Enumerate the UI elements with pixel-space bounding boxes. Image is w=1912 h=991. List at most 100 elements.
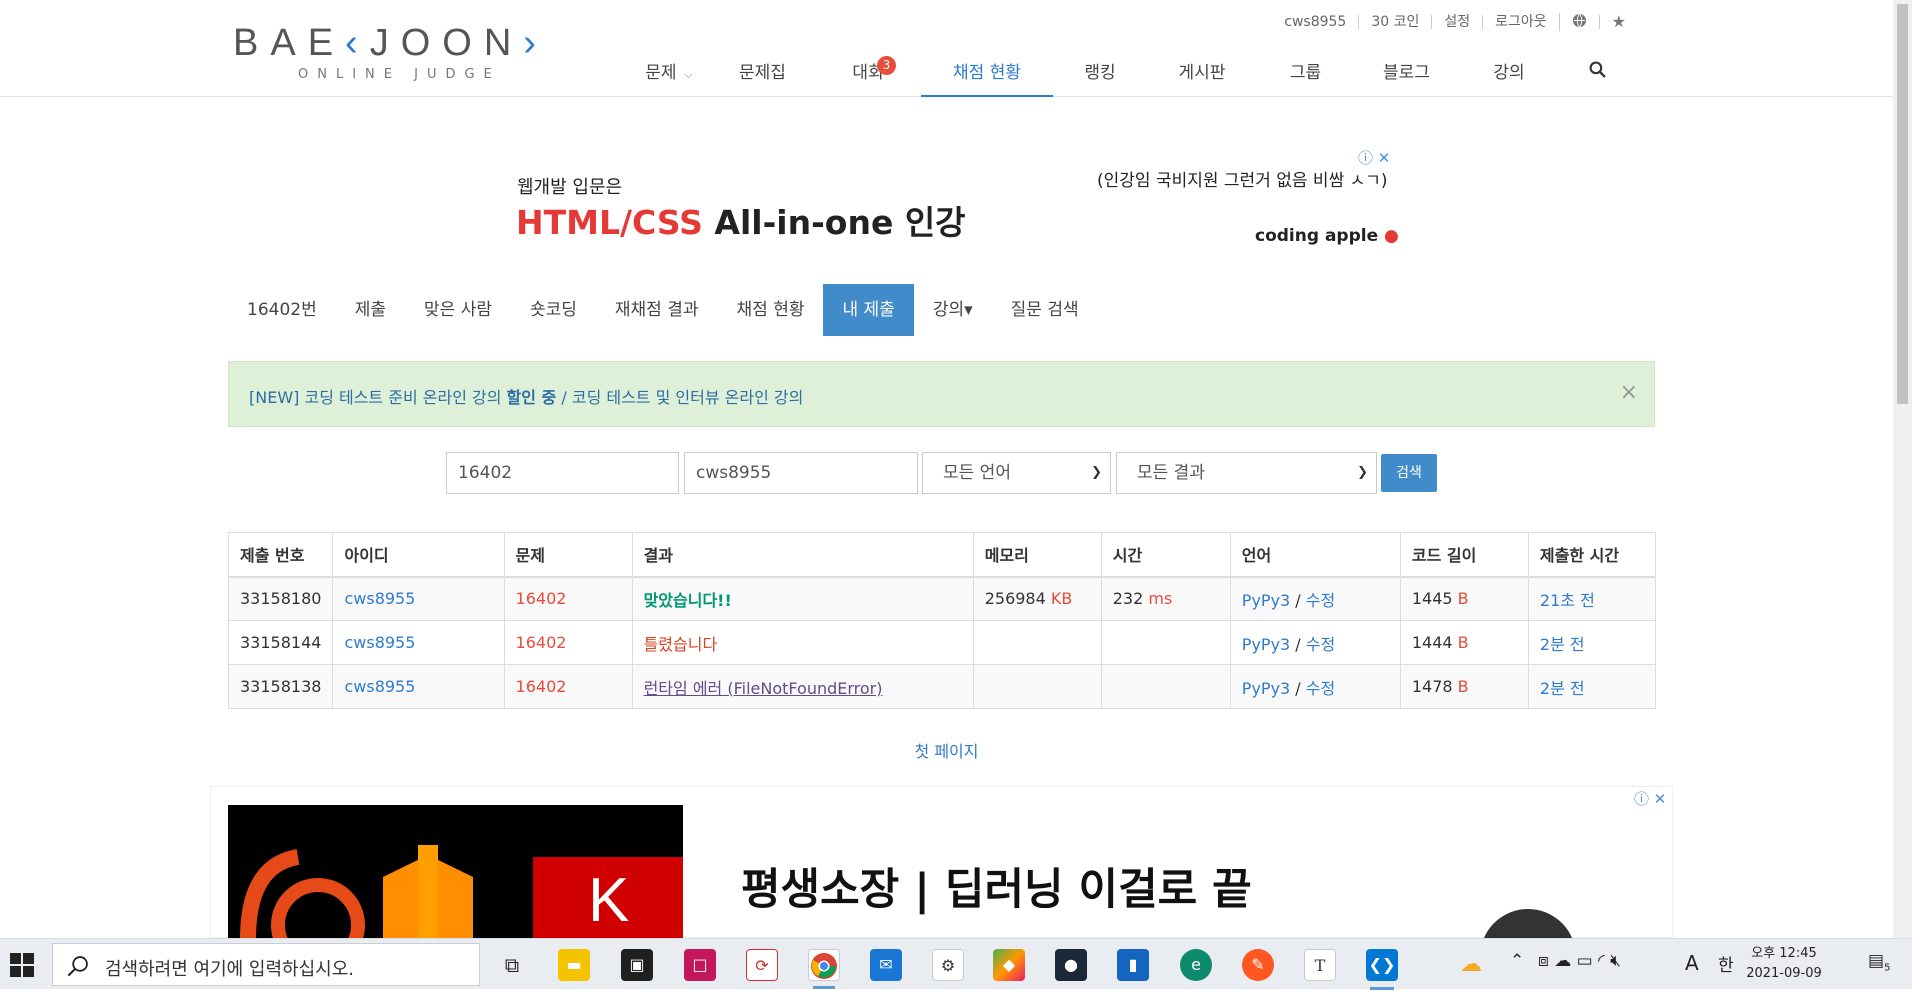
- file-explorer-icon[interactable]: ▬: [558, 949, 590, 981]
- submission-id: 33158144: [227, 620, 334, 665]
- vscode-icon[interactable]: ❮❯: [1366, 949, 1398, 990]
- nav-contest[interactable]: 대회 3: [815, 48, 921, 97]
- subnav-shortcoding[interactable]: 숏코딩: [511, 284, 596, 336]
- sync-icon[interactable]: ⟳: [746, 949, 778, 981]
- search-icon[interactable]: [1559, 48, 1635, 97]
- ad-info-close-icon[interactable]: ⓘ ✕: [1634, 788, 1666, 809]
- chrome-icon[interactable]: [808, 949, 840, 989]
- ad-bottom-headline: 평생소장 | 딥러닝 이걸로 끝: [741, 865, 1252, 915]
- submitted-time[interactable]: 2분 전: [1527, 664, 1657, 709]
- notification-icon[interactable]: ▤5: [1868, 951, 1890, 973]
- app-icon[interactable]: ✎: [1242, 949, 1274, 981]
- app-icon[interactable]: ◆: [993, 949, 1025, 981]
- submission-id: 33158180: [227, 576, 334, 621]
- nav-ranking[interactable]: 랭킹: [1053, 48, 1147, 97]
- notification-count: 5: [1884, 962, 1891, 974]
- nav-workbook[interactable]: 문제집: [710, 48, 815, 97]
- search-form: 16402 cws8955 모든 언어 ❯ 모든 결과 ❯ 검색: [0, 452, 1893, 494]
- typora-icon[interactable]: T: [1304, 949, 1336, 981]
- logo-subtitle: ONLINE JUDGE: [298, 67, 501, 82]
- promo-alert-text[interactable]: [NEW] 코딩 테스트 준비 온라인 강의 할인 중 / 코딩 테스트 및 인…: [249, 384, 803, 408]
- subnav-accepted[interactable]: 맞은 사람: [405, 284, 511, 336]
- col-header: 결과: [631, 532, 974, 578]
- mail-icon[interactable]: ✉: [870, 949, 902, 981]
- subnav-rejudge[interactable]: 재채점 결과: [596, 284, 718, 336]
- table-row: 33158180 cws8955 16402 맞았습니다!! 256984 KB…: [227, 576, 1657, 621]
- logout-link[interactable]: 로그아웃: [1482, 15, 1559, 29]
- problem-link[interactable]: 16402: [503, 620, 633, 665]
- submission-id: 33158138: [227, 664, 334, 709]
- edit-link[interactable]: 수정: [1306, 591, 1335, 610]
- problem-link[interactable]: 16402: [503, 664, 633, 709]
- nav-status[interactable]: 채점 현황: [921, 48, 1053, 97]
- windows-start-icon[interactable]: [10, 953, 34, 977]
- result-select[interactable]: 모든 결과 ❯: [1116, 452, 1377, 494]
- result-accepted: 맞았습니다!!: [631, 576, 974, 621]
- site-header: BAE‹JOON› ONLINE JUDGE cws8955 30 코인 설정 …: [0, 0, 1893, 97]
- weather-icon[interactable]: ☁: [1455, 949, 1487, 981]
- edit-link[interactable]: 수정: [1306, 679, 1335, 698]
- star-icon[interactable]: ★: [1598, 14, 1638, 30]
- first-page-link[interactable]: 첫 페이지: [0, 738, 1893, 762]
- ime-a-label[interactable]: A: [1685, 951, 1699, 975]
- problem-id-input[interactable]: 16402: [446, 452, 679, 494]
- coin-link[interactable]: 30 코인: [1358, 15, 1431, 29]
- result-runtime-error[interactable]: 런타임 에러 (FileNotFoundError): [631, 664, 974, 709]
- col-header: 메모리: [972, 532, 1102, 578]
- subnav-my-submissions[interactable]: 내 제출: [823, 284, 914, 336]
- app-icon[interactable]: □: [684, 949, 716, 981]
- baekjoon-logo[interactable]: BAE‹JOON› ONLINE JUDGE: [233, 22, 543, 82]
- user-link[interactable]: cws8955: [332, 576, 505, 621]
- bottom-advertisement[interactable]: K 평생소장 | 딥러닝 이걸로 끝: [210, 786, 1673, 938]
- problem-link[interactable]: 16402: [503, 576, 633, 621]
- submitted-time[interactable]: 21초 전: [1527, 576, 1657, 621]
- col-header: 제출 번호: [227, 532, 334, 578]
- nav-lecture[interactable]: 강의: [1459, 48, 1559, 97]
- user-link[interactable]: cws8955: [332, 620, 505, 665]
- book-icon[interactable]: ▮: [1117, 949, 1149, 981]
- code-length-cell: 1445 B: [1399, 576, 1529, 621]
- taskbar-clock[interactable]: 오후 12:45 2021-09-09: [1745, 944, 1823, 984]
- subnav-submit[interactable]: 제출: [336, 284, 405, 336]
- submitted-time[interactable]: 2분 전: [1527, 620, 1657, 665]
- source-link[interactable]: PyPy3: [1242, 635, 1290, 654]
- edge-icon[interactable]: e: [1180, 949, 1212, 981]
- user-id-input[interactable]: cws8955: [684, 452, 918, 494]
- source-link[interactable]: PyPy3: [1242, 591, 1290, 610]
- nav-group[interactable]: 그룹: [1257, 48, 1354, 97]
- username-link[interactable]: cws8955: [1272, 15, 1358, 29]
- windows-taskbar: 검색하려면 여기에 입력하십시오. ⧉ ▬ ▣ □ ⟳ ✉ ⚙ ◆ ● ▮ e …: [0, 938, 1912, 990]
- scrollbar-thumb[interactable]: [1897, 4, 1908, 404]
- subnav-question-search[interactable]: 질문 검색: [992, 284, 1098, 336]
- edit-link[interactable]: 수정: [1306, 635, 1335, 654]
- subnav-lecture[interactable]: 강의▾: [914, 284, 992, 336]
- nav-blog[interactable]: 블로그: [1354, 48, 1459, 97]
- chevron-up-icon[interactable]: ⌃: [1510, 951, 1524, 971]
- code-length-cell: 1478 B: [1399, 664, 1529, 709]
- steam-icon[interactable]: ●: [1055, 949, 1087, 981]
- page-scrollbar[interactable]: [1893, 0, 1912, 938]
- user-link[interactable]: cws8955: [332, 664, 505, 709]
- ime-label[interactable]: 한: [1718, 951, 1734, 976]
- top-advertisement[interactable]: 웹개발 입문은 HTML/CSS All-in-one 인강 (인강임 국비지원…: [505, 148, 1399, 260]
- ad-info-close-icon[interactable]: ⓘ ✕: [1358, 147, 1390, 168]
- nav-board[interactable]: 게시판: [1147, 48, 1257, 97]
- nav-problems[interactable]: 문제 ⌵: [628, 48, 710, 97]
- search-button[interactable]: 검색: [1381, 454, 1437, 492]
- language-select[interactable]: 모든 언어 ❯: [922, 452, 1111, 494]
- taskbar-search-input[interactable]: 검색하려면 여기에 입력하십시오.: [52, 943, 480, 986]
- tray-icons[interactable]: ⧈ ☁ ▭ ◜ 🔇︎: [1538, 951, 1621, 971]
- ad-brand: coding apple ●: [1255, 226, 1399, 246]
- source-link[interactable]: PyPy3: [1242, 679, 1290, 698]
- time-cell: [1100, 620, 1231, 665]
- store-icon[interactable]: ▣: [621, 949, 653, 981]
- memory-cell: [972, 620, 1102, 665]
- gear-icon[interactable]: ⚙: [932, 949, 964, 981]
- subnav-problem[interactable]: 16402번: [228, 284, 336, 336]
- close-icon[interactable]: ×: [1620, 380, 1638, 405]
- subnav-status[interactable]: 채점 현황: [718, 284, 824, 336]
- globe-icon[interactable]: [1558, 13, 1599, 31]
- language-cell: PyPy3 / 수정: [1229, 664, 1401, 709]
- task-view-icon[interactable]: ⧉: [496, 949, 528, 981]
- settings-link[interactable]: 설정: [1431, 15, 1482, 29]
